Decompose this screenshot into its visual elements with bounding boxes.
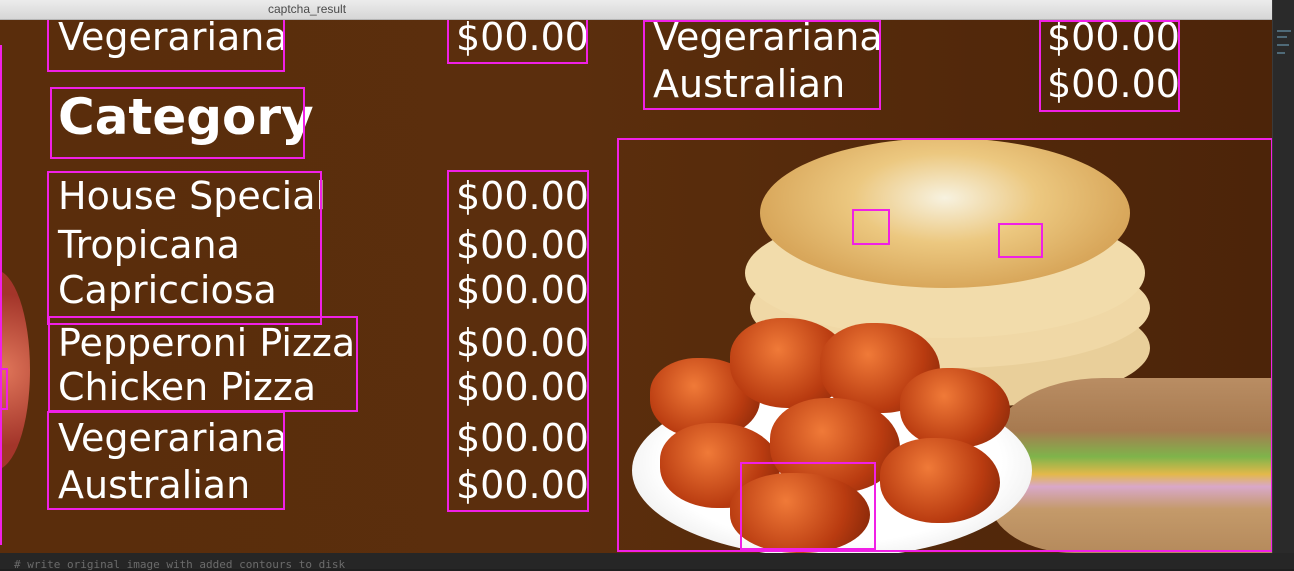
contour-box: [50, 87, 305, 159]
contour-box: [617, 138, 1272, 552]
editor-minimap[interactable]: [1272, 0, 1294, 553]
contour-box: [1039, 20, 1180, 112]
contour-box: [47, 411, 285, 510]
contour-box: [48, 316, 358, 412]
contour-box: [852, 209, 890, 245]
window-title: captcha_result: [268, 2, 347, 16]
contour-box: [447, 20, 588, 64]
contour-box: [643, 20, 881, 110]
menu-board: Vegerariana $00.00 Vegerariana Australia…: [0, 20, 1272, 553]
contour-box: [47, 20, 285, 72]
contour-box: [47, 171, 322, 325]
contour-box: [0, 45, 2, 545]
code-comment: # write original image with added contou…: [14, 558, 346, 571]
contour-box: [447, 170, 589, 512]
editor-code-line: # write original image with added contou…: [0, 553, 1294, 571]
contour-box: [998, 223, 1043, 258]
contour-box: [740, 462, 876, 550]
window-titlebar: captcha_result: [0, 0, 1294, 20]
